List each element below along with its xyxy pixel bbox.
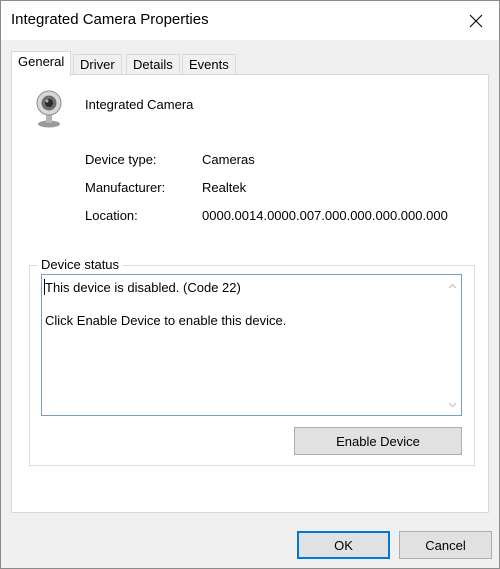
device-type-value: Cameras — [202, 152, 255, 167]
device-status-title: Device status — [38, 257, 123, 272]
tab-details[interactable]: Details — [126, 54, 180, 75]
tab-events[interactable]: Events — [182, 54, 236, 75]
scroll-up-button[interactable] — [444, 277, 461, 294]
general-tab-panel: Integrated Camera Device type: Cameras M… — [11, 74, 489, 513]
location-value: 0000.0014.0000.007.000.000.000.000.000 — [202, 208, 448, 223]
chevron-down-icon — [448, 402, 457, 407]
close-button[interactable] — [453, 1, 499, 40]
status-line-2: Click Enable Device to enable this devic… — [45, 313, 287, 328]
title-bar[interactable]: Integrated Camera Properties — [1, 1, 499, 40]
status-line-1: This device is disabled. (Code 22) — [45, 280, 241, 295]
scroll-down-button[interactable] — [444, 396, 461, 413]
tab-general[interactable]: General — [11, 51, 72, 76]
manufacturer-value: Realtek — [202, 180, 247, 195]
status-scrollbar[interactable] — [444, 275, 461, 415]
location-label: Location: — [85, 208, 138, 223]
webcam-icon — [36, 90, 62, 128]
ok-button[interactable]: OK — [297, 531, 390, 559]
window-title: Integrated Camera Properties — [11, 11, 209, 28]
tab-driver[interactable]: Driver — [73, 54, 122, 75]
close-icon — [469, 14, 483, 27]
chevron-up-icon — [448, 283, 457, 288]
device-type-label: Device type: — [85, 152, 157, 167]
device-name: Integrated Camera — [85, 97, 194, 112]
cancel-button[interactable]: Cancel — [399, 531, 492, 559]
device-status-textbox[interactable]: This device is disabled. (Code 22) Click… — [41, 274, 462, 416]
manufacturer-label: Manufacturer: — [85, 180, 166, 195]
enable-device-button[interactable]: Enable Device — [294, 427, 462, 455]
device-status-group: Device status This device is disabled. (… — [29, 257, 475, 466]
properties-dialog: Integrated Camera Properties General Dri… — [0, 0, 500, 569]
